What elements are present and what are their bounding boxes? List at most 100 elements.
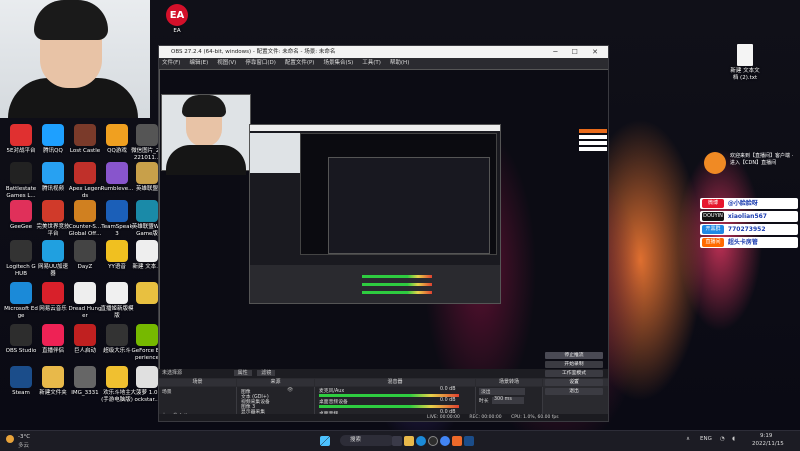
window-controls[interactable]: ─ ☐ ✕ xyxy=(553,46,604,58)
scenes-header: 场景 xyxy=(159,379,236,386)
desktop-icon[interactable]: Counter-S... Global Off... xyxy=(68,200,102,237)
stop-streaming-button[interactable]: 停止推流 xyxy=(545,352,603,359)
obs-menu-item[interactable]: 编辑(E) xyxy=(189,60,208,66)
app-icon xyxy=(136,200,158,222)
desktop-icon[interactable]: 直播伴侣 xyxy=(36,324,70,355)
clock-date[interactable]: 2022/11/15 xyxy=(752,441,784,447)
obs-preview[interactable] xyxy=(159,69,608,369)
desktop-icon[interactable]: OBS Studio xyxy=(4,324,38,355)
app-icon xyxy=(74,324,96,346)
desktop-icon[interactable]: Rumbleve... xyxy=(100,162,134,193)
desktop-icon-label: 巨人启动 xyxy=(73,348,96,354)
edge-icon[interactable] xyxy=(416,436,426,446)
volume-icon[interactable]: ◖ xyxy=(732,436,735,442)
desktop-icon-text-file[interactable]: 新建 文本文档 (2).txt xyxy=(728,44,762,81)
chrome-icon[interactable] xyxy=(440,436,450,446)
app-icon xyxy=(136,282,158,304)
filters-button[interactable]: 滤镜 xyxy=(257,370,276,376)
desktop-icon[interactable]: 完美世界竞技平台 xyxy=(36,200,70,237)
desktop-icon-label: GeeGee xyxy=(9,224,33,230)
duration-input[interactable]: 300 ms xyxy=(492,397,524,404)
desktop-icon[interactable]: Battlestate Games L... xyxy=(4,162,38,199)
settings-button[interactable]: 设置 xyxy=(545,379,603,386)
desktop-icon[interactable]: 腾讯视频 xyxy=(36,162,70,193)
desktop-icon-label: QQ游戏 xyxy=(107,148,127,154)
desktop-icon[interactable]: Microsoft Edge xyxy=(4,282,38,319)
app-icon xyxy=(74,282,96,304)
overlay-row-group: 开黑群 770273952 xyxy=(700,224,798,235)
scene-item[interactable]: 场景 xyxy=(162,388,172,395)
exit-button[interactable]: 退出 xyxy=(545,388,603,395)
start-windows-icon[interactable] xyxy=(320,436,330,446)
app-icon xyxy=(74,366,96,388)
taskbar-search[interactable]: 搜索 xyxy=(340,435,394,446)
desktop-icon[interactable]: QQ游戏 xyxy=(100,124,134,155)
desktop-icon[interactable]: Logitech G HUB xyxy=(4,240,38,277)
desktop-icon[interactable]: Lost Castle xyxy=(68,124,102,155)
transition-select[interactable]: 淡出 xyxy=(479,388,525,395)
desktop-icon[interactable]: YY语音 xyxy=(100,240,134,271)
app-icon xyxy=(10,200,32,222)
desktop-icon[interactable]: 欢乐斗地主(手游电脑版) xyxy=(100,366,134,403)
desktop-icon-label: Logitech G HUB xyxy=(6,264,36,277)
app-icon xyxy=(136,124,158,146)
app-icon xyxy=(136,366,158,388)
desktop-icon-label: 直播伴侣 xyxy=(41,348,64,354)
mixer-meter xyxy=(319,405,459,408)
obs-menu-item[interactable]: 文件(F) xyxy=(162,60,180,66)
overlay-row-douyin: DOUYIN xiaolian567 xyxy=(700,211,798,222)
obs-menu-item[interactable]: 帮助(H) xyxy=(390,60,409,66)
start-recording-button[interactable]: 开始录制 xyxy=(545,361,603,368)
mixer-channel-db: 0.0 dB xyxy=(440,398,456,403)
desktop-icon[interactable]: 超级大乐斗 xyxy=(100,324,134,355)
obs-menu-item[interactable]: 场景集合(S) xyxy=(323,60,353,66)
desktop-icon[interactable]: 腾讯QQ xyxy=(36,124,70,155)
desktop-icon[interactable]: DayZ xyxy=(68,240,102,271)
desktop-icon[interactable]: Dread Hunger xyxy=(68,282,102,319)
desktop-icon[interactable]: 5E对战平台 xyxy=(4,124,38,155)
desktop-icon[interactable]: 网易UU加速器 xyxy=(36,240,70,277)
weather-desc[interactable]: 多云 xyxy=(18,441,29,449)
weather-temp[interactable]: -3°C xyxy=(18,434,30,440)
studio-mode-button[interactable]: 工作室模式 xyxy=(545,370,603,377)
rec-status: REC: 00:00:00 xyxy=(469,415,502,420)
desktop-icon[interactable]: 直播姬新版模版 xyxy=(100,282,134,319)
obs-taskbar-icon[interactable] xyxy=(428,436,438,446)
task-view-icon[interactable] xyxy=(392,436,402,446)
obs-menu-item[interactable]: 视图(V) xyxy=(217,60,236,66)
desktop-icon[interactable]: Steam xyxy=(4,366,38,397)
app-icon xyxy=(42,324,64,346)
visibility-eye-icon[interactable]: 👁 xyxy=(287,388,293,393)
obs-window[interactable]: OBS 27.2.4 (64-bit, windows) - 配置文件: 未命名… xyxy=(158,45,609,422)
app-taskbar-icon[interactable] xyxy=(452,436,462,446)
desktop-icon[interactable]: 巨人启动 xyxy=(68,324,102,355)
desktop-icon[interactable]: TeamSpeak 3 xyxy=(100,200,134,237)
app-icon xyxy=(106,240,128,262)
desktop-icon[interactable]: Apex Legends xyxy=(68,162,102,199)
app-icon xyxy=(10,324,32,346)
mixer-meter xyxy=(319,394,459,397)
app-icon xyxy=(42,162,64,184)
file-explorer-icon[interactable] xyxy=(404,436,414,446)
mixer-channel-name: 麦克风/Aux xyxy=(319,389,345,394)
clock-time[interactable]: 9:19 xyxy=(760,433,772,439)
desktop-icon-label: Steam xyxy=(12,390,30,396)
desktop-icon-ea[interactable]: EA EA xyxy=(160,4,194,35)
properties-button[interactable]: 属性 xyxy=(233,370,252,376)
obs-menu-item[interactable]: 工具(T) xyxy=(362,60,381,66)
desktop-icon[interactable]: GeeGee xyxy=(4,200,38,231)
network-icon[interactable]: ◔ xyxy=(720,436,725,442)
language-indicator[interactable]: ENG xyxy=(700,436,712,442)
desktop-icon[interactable]: 新建文件夹 xyxy=(36,366,70,397)
desktop-icon-label: 欢乐斗地主(手游电脑版) xyxy=(101,390,133,403)
desktop-icon[interactable]: 网易云音乐 xyxy=(36,282,70,313)
tray-chevron-icon[interactable]: ∧ xyxy=(686,436,690,442)
weather-icon[interactable] xyxy=(6,435,14,443)
steam-taskbar-icon[interactable] xyxy=(464,436,474,446)
obs-menu-item[interactable]: 配置文件(P) xyxy=(285,60,315,66)
obs-titlebar[interactable]: OBS 27.2.4 (64-bit, windows) - 配置文件: 未命名… xyxy=(159,46,608,58)
desktop-icon-label: 腾讯视频 xyxy=(41,186,64,192)
app-icon xyxy=(74,200,96,222)
desktop-icon[interactable]: IMG_3331 xyxy=(68,366,102,397)
obs-menu-item[interactable]: 停靠窗口(D) xyxy=(245,60,276,66)
